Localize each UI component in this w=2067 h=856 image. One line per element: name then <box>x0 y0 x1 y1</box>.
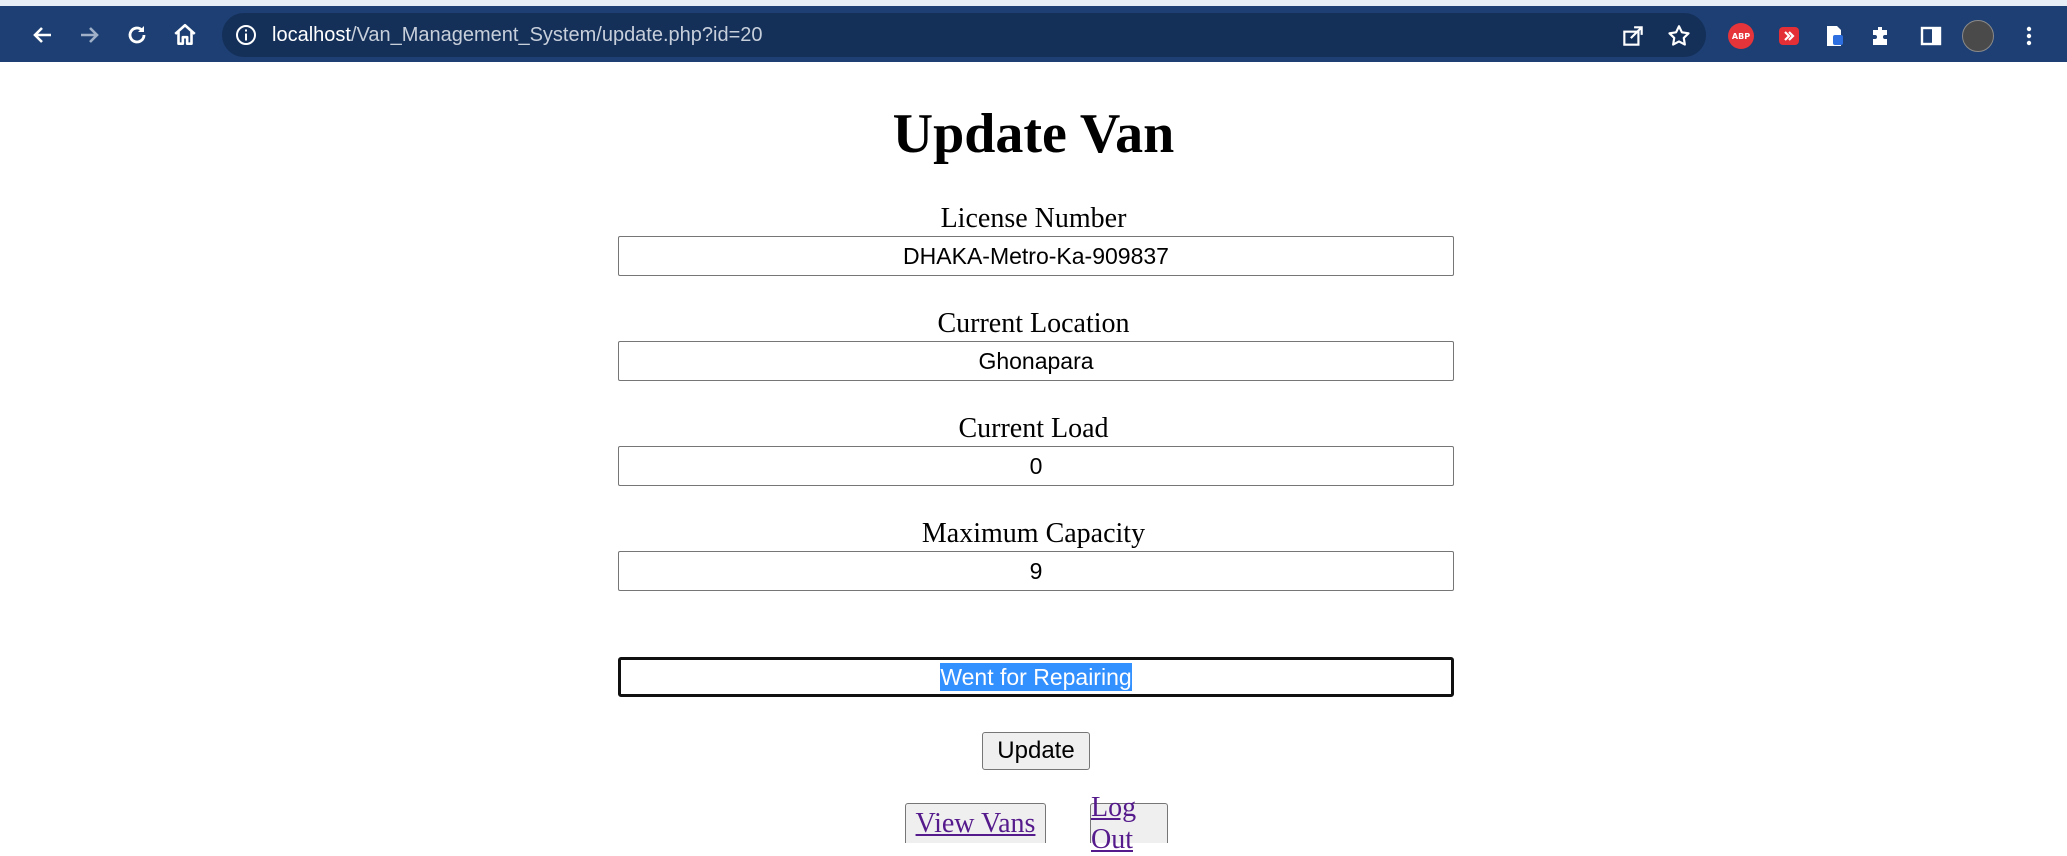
share-icon[interactable] <box>1620 23 1646 49</box>
url-host: localhost <box>272 24 351 46</box>
menu-icon[interactable] <box>2016 23 2042 49</box>
info-icon[interactable] <box>234 23 258 47</box>
forward-button[interactable] <box>70 16 108 54</box>
url-path: /Van_Management_System/update.php?id=20 <box>350 24 763 46</box>
status-input[interactable]: Went for Repairing <box>618 657 1454 697</box>
address-bar[interactable]: localhost/Van_Management_System/update.p… <box>222 13 1706 57</box>
current-location-label: Current Location <box>937 308 1130 339</box>
browser-toolbar: localhost/Van_Management_System/update.p… <box>0 0 2067 62</box>
home-button[interactable] <box>166 16 204 54</box>
current-load-input[interactable]: 0 <box>618 446 1454 486</box>
adblock-plus-icon[interactable]: ABP <box>1728 23 1754 49</box>
abp-badge: ABP <box>1728 23 1754 49</box>
profile-avatar[interactable] <box>1962 20 1994 52</box>
avatar-image <box>1962 20 1994 52</box>
logout-link[interactable]: Log Out <box>1091 792 1167 856</box>
page-title: Update Van <box>892 103 1175 165</box>
maximum-capacity-input[interactable]: 9 <box>618 551 1454 591</box>
arrow-left-icon <box>33 27 51 43</box>
sidepanel-icon[interactable] <box>1918 23 1944 49</box>
arrow-right-icon <box>81 27 99 43</box>
home-icon <box>174 23 196 45</box>
extension-blue-icon[interactable] <box>1822 23 1848 49</box>
current-load-label: Current Load <box>958 413 1109 444</box>
status-selected-text: Went for Repairing <box>940 663 1132 691</box>
logout-button[interactable]: Log Out <box>1090 792 1168 855</box>
reload-icon <box>128 26 146 44</box>
update-button[interactable]: Update <box>982 732 1090 770</box>
back-button[interactable] <box>24 16 62 54</box>
maximum-capacity-label: Maximum Capacity <box>921 518 1146 549</box>
license-number-input[interactable]: DHAKA-Metro-Ka-909837 <box>618 236 1454 276</box>
extension-red-icon[interactable] <box>1776 23 1802 49</box>
current-location-input[interactable]: Ghonapara <box>618 341 1454 381</box>
reload-button[interactable] <box>118 16 156 54</box>
bookmark-star-icon[interactable] <box>1666 23 1692 49</box>
url-text[interactable]: localhost/Van_Management_System/update.p… <box>272 13 763 57</box>
license-number-label: License Number <box>940 203 1127 234</box>
view-vans-link[interactable]: View Vans <box>916 808 1036 840</box>
view-vans-button[interactable]: View Vans <box>905 803 1046 843</box>
puzzle-icon[interactable] <box>1868 23 1894 49</box>
